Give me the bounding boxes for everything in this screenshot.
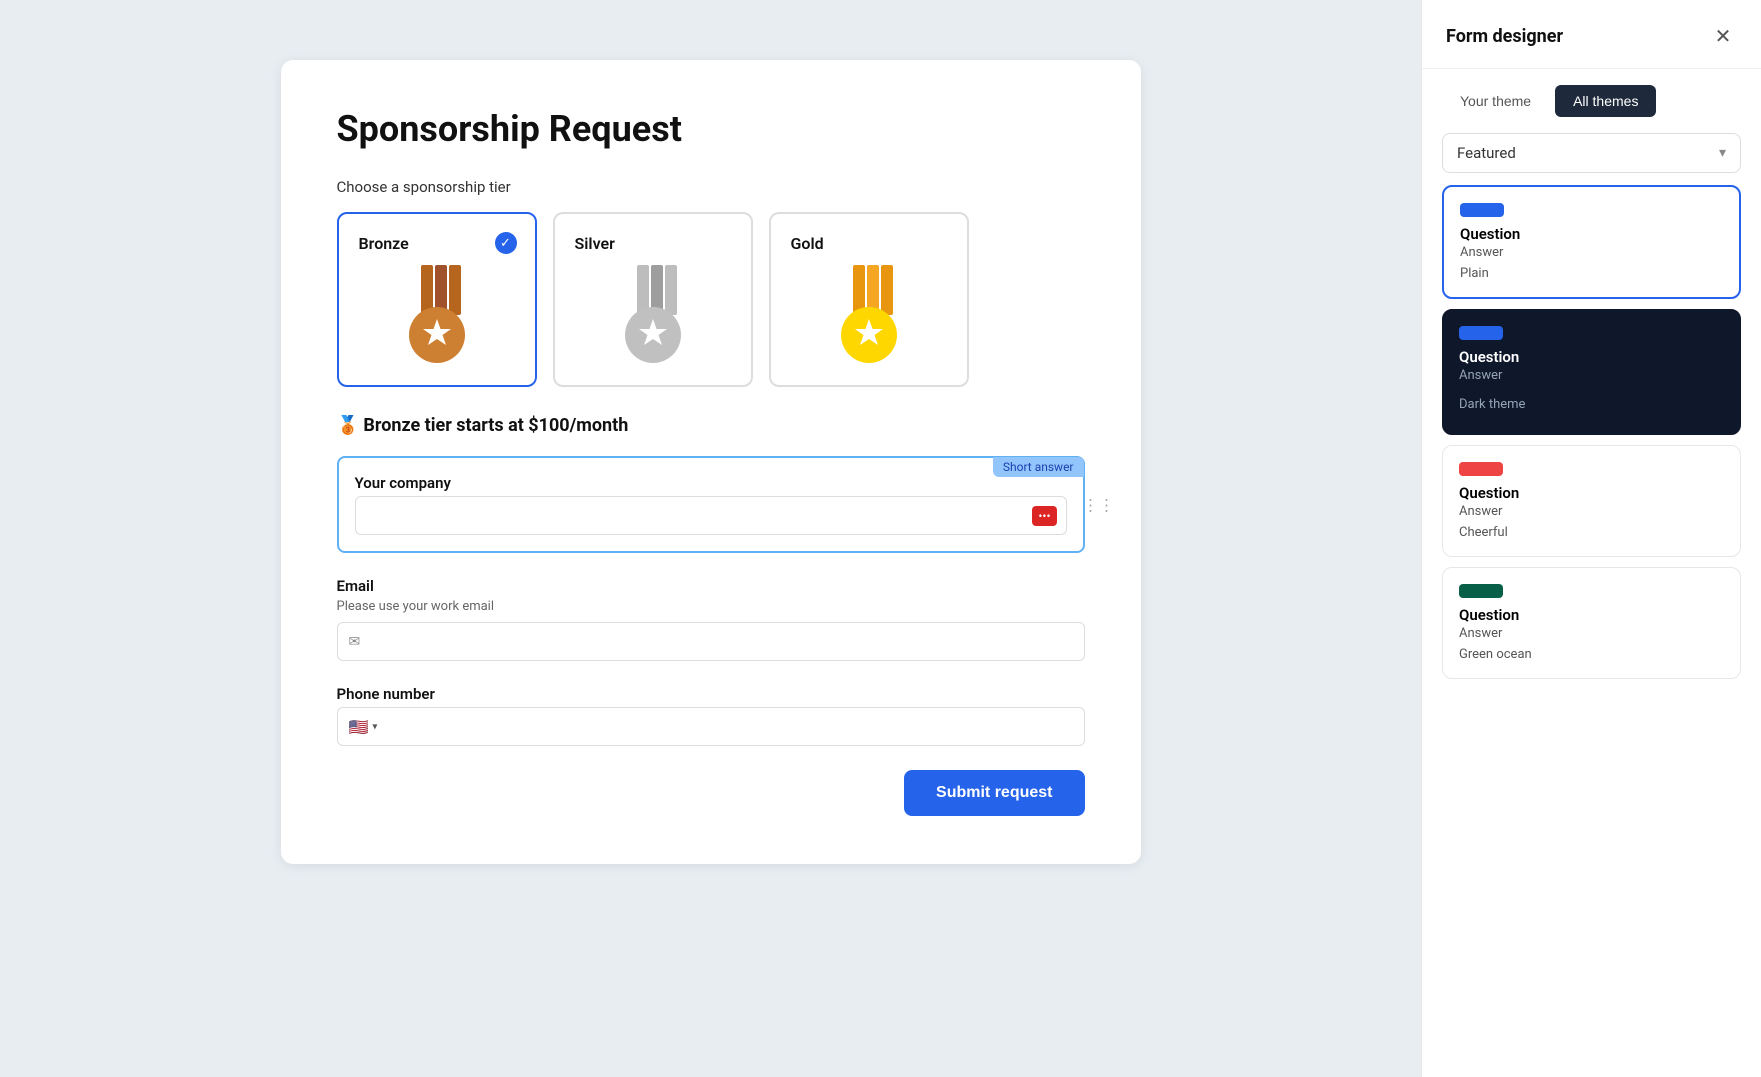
submit-row: Submit request (337, 770, 1085, 816)
theme-green-ocean-question: Question (1459, 606, 1724, 624)
phone-wrapper: 🇺🇸 ▾ (337, 707, 1085, 746)
sidebar-tabs-row: Your theme All themes (1422, 69, 1761, 133)
theme-list: Question Answer Plain Question Answer Da… (1422, 185, 1761, 689)
theme-green-ocean-answer: Answer (1459, 626, 1724, 641)
tier-bronze[interactable]: Bronze ✓ (337, 212, 537, 387)
theme-plain-answer: Answer (1460, 245, 1723, 260)
tier-silver[interactable]: Silver (553, 212, 753, 387)
tab-all-themes[interactable]: All themes (1555, 85, 1656, 117)
sidebar-title: Form designer (1446, 26, 1563, 47)
tier-bronze-label: Bronze (359, 234, 515, 253)
tier-silver-medal (575, 265, 731, 365)
tier-gold[interactable]: Gold (769, 212, 969, 387)
field-phone-label: Phone number (337, 685, 1085, 703)
theme-cheerful-name: Cheerful (1459, 519, 1724, 540)
theme-dark-question: Question (1459, 348, 1724, 366)
tier-silver-label: Silver (575, 234, 731, 253)
theme-dark-color (1459, 326, 1503, 340)
main-area: Sponsorship Request Choose a sponsorship… (0, 0, 1421, 1077)
phone-flag[interactable]: 🇺🇸 ▾ (349, 717, 378, 736)
theme-cheerful-answer: Answer (1459, 504, 1724, 519)
featured-dropdown[interactable]: Featured ▾ (1442, 133, 1741, 173)
tier-gold-medal (791, 265, 947, 365)
theme-plain[interactable]: Question Answer Plain (1442, 185, 1741, 299)
tiers-grid: Bronze ✓ Silver (337, 212, 1085, 387)
theme-green-ocean-color (1459, 584, 1503, 598)
email-input[interactable] (337, 622, 1085, 661)
theme-plain-name: Plain (1460, 260, 1723, 281)
theme-green-ocean-name: Green ocean (1459, 641, 1724, 662)
theme-cheerful-question: Question (1459, 484, 1724, 502)
theme-plain-question: Question (1460, 225, 1723, 243)
tier-bronze-medal (359, 265, 515, 365)
company-input-wrapper: ••• (355, 496, 1067, 535)
company-input[interactable] (355, 496, 1067, 535)
form-card: Sponsorship Request Choose a sponsorship… (281, 60, 1141, 864)
short-answer-badge: Short answer (993, 457, 1084, 477)
tier-bronze-check: ✓ (495, 232, 517, 254)
theme-dark[interactable]: Question Answer Dark theme (1442, 309, 1741, 435)
field-email-label: Email (337, 577, 1085, 595)
theme-green-ocean[interactable]: Question Answer Green ocean (1442, 567, 1741, 679)
options-icon[interactable]: ••• (1032, 506, 1056, 526)
theme-cheerful[interactable]: Question Answer Cheerful (1442, 445, 1741, 557)
sidebar-header: Form designer ✕ (1422, 0, 1761, 69)
field-email-sublabel: Please use your work email (337, 599, 1085, 614)
email-icon: ✉ (349, 634, 361, 650)
chevron-down-icon: ▾ (1719, 145, 1726, 161)
field-email: Email Please use your work email ✉ (337, 577, 1085, 661)
email-wrapper: ✉ (337, 622, 1085, 661)
theme-cheerful-color (1459, 462, 1503, 476)
form-title: Sponsorship Request (337, 108, 1085, 150)
tier-info: 🥉 Bronze tier starts at $100/month (337, 415, 1085, 436)
tier-gold-label: Gold (791, 234, 947, 253)
close-icon[interactable]: ✕ (1709, 22, 1737, 50)
featured-dropdown-value: Featured (1457, 144, 1516, 162)
sidebar: Form designer ✕ Your theme All themes Fe… (1421, 0, 1761, 1077)
sponsorship-section-label: Choose a sponsorship tier (337, 178, 1085, 196)
phone-input[interactable] (337, 707, 1085, 746)
theme-plain-color (1460, 203, 1504, 217)
field-company-label: Your company (355, 474, 1067, 492)
submit-button[interactable]: Submit request (904, 770, 1084, 816)
theme-dark-name: Dark theme (1459, 391, 1724, 418)
tab-your-theme[interactable]: Your theme (1442, 85, 1549, 117)
field-company: Short answer Your company ••• ⋮⋮ (337, 456, 1085, 553)
drag-handle[interactable]: ⋮⋮ (1083, 495, 1115, 514)
theme-dark-answer: Answer (1459, 368, 1724, 383)
field-phone: Phone number 🇺🇸 ▾ (337, 685, 1085, 746)
